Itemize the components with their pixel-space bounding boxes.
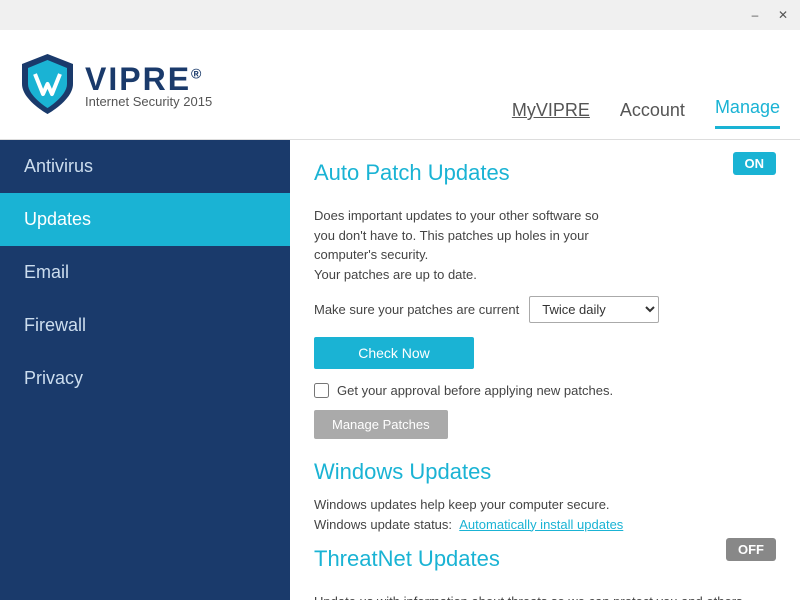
vipre-shield-icon: [20, 52, 75, 117]
sidebar-item-email[interactable]: Email: [0, 246, 290, 299]
auto-patch-desc-line4: Your patches are up to date.: [314, 267, 477, 282]
nav-myvipre[interactable]: MyVIPRE: [512, 100, 590, 129]
windows-update-status-label: Windows update status:: [314, 517, 452, 532]
approval-checkbox[interactable]: [314, 383, 329, 398]
minimize-button[interactable]: –: [746, 6, 764, 24]
threatnet-toggle[interactable]: OFF: [726, 538, 776, 561]
frequency-row: Make sure your patches are current Twice…: [314, 296, 776, 323]
auto-patch-description: Does important updates to your other sof…: [314, 206, 776, 284]
windows-updates-section: Windows Updates Windows updates help kee…: [314, 459, 776, 534]
check-now-button[interactable]: Check Now: [314, 337, 474, 369]
trademark: ®: [191, 65, 203, 81]
nav-account[interactable]: Account: [620, 100, 685, 129]
content-area: Auto Patch Updates ON Does important upd…: [290, 140, 800, 600]
approval-label: Get your approval before applying new pa…: [337, 383, 613, 398]
auto-patch-desc-line3: computer's security.: [314, 247, 428, 262]
sidebar-item-firewall[interactable]: Firewall: [0, 299, 290, 352]
windows-updates-title: Windows Updates: [314, 459, 776, 485]
logo-area: VIPRE® Internet Security 2015: [20, 52, 310, 117]
freq-label: Make sure your patches are current: [314, 302, 519, 317]
windows-updates-desc: Windows updates help keep your computer …: [314, 495, 776, 534]
sidebar-item-antivirus[interactable]: Antivirus: [0, 140, 290, 193]
auto-patch-desc-line2: you don't have to. This patches up holes…: [314, 228, 589, 243]
auto-patch-toggle[interactable]: ON: [733, 152, 777, 175]
threatnet-title: ThreatNet Updates: [314, 546, 500, 572]
logo-subtitle: Internet Security 2015: [85, 94, 212, 109]
manage-patches-button[interactable]: Manage Patches: [314, 410, 448, 439]
auto-patch-header-row: Auto Patch Updates ON: [314, 160, 776, 196]
close-button[interactable]: ✕: [774, 6, 792, 24]
threatnet-header-row: ThreatNet Updates OFF: [314, 546, 776, 582]
approval-checkbox-row: Get your approval before applying new pa…: [314, 383, 776, 398]
windows-updates-desc-line1: Windows updates help keep your computer …: [314, 497, 610, 512]
threatnet-desc: Update us with information about threats…: [314, 592, 776, 600]
sidebar: Antivirus Updates Email Firewall Privacy: [0, 140, 290, 600]
vipre-name: VIPRE: [85, 61, 191, 97]
logo-vipre-text: VIPRE®: [85, 61, 212, 98]
auto-patch-desc-line1: Does important updates to your other sof…: [314, 208, 599, 223]
title-bar: – ✕: [0, 0, 800, 30]
sidebar-item-privacy[interactable]: Privacy: [0, 352, 290, 405]
windows-update-link[interactable]: Automatically install updates: [459, 517, 623, 532]
frequency-select[interactable]: Twice daily Daily Weekly: [529, 296, 659, 323]
sidebar-item-updates[interactable]: Updates: [0, 193, 290, 246]
threatnet-section: ThreatNet Updates OFF Update us with inf…: [314, 546, 776, 600]
nav-area: MyVIPRE Account Manage: [310, 30, 780, 139]
auto-patch-section: Auto Patch Updates ON Does important upd…: [314, 160, 776, 459]
auto-patch-title: Auto Patch Updates: [314, 160, 510, 186]
nav-manage[interactable]: Manage: [715, 97, 780, 129]
header: VIPRE® Internet Security 2015 MyVIPRE Ac…: [0, 30, 800, 140]
main-layout: Antivirus Updates Email Firewall Privacy…: [0, 140, 800, 600]
logo-text: VIPRE® Internet Security 2015: [85, 61, 212, 109]
